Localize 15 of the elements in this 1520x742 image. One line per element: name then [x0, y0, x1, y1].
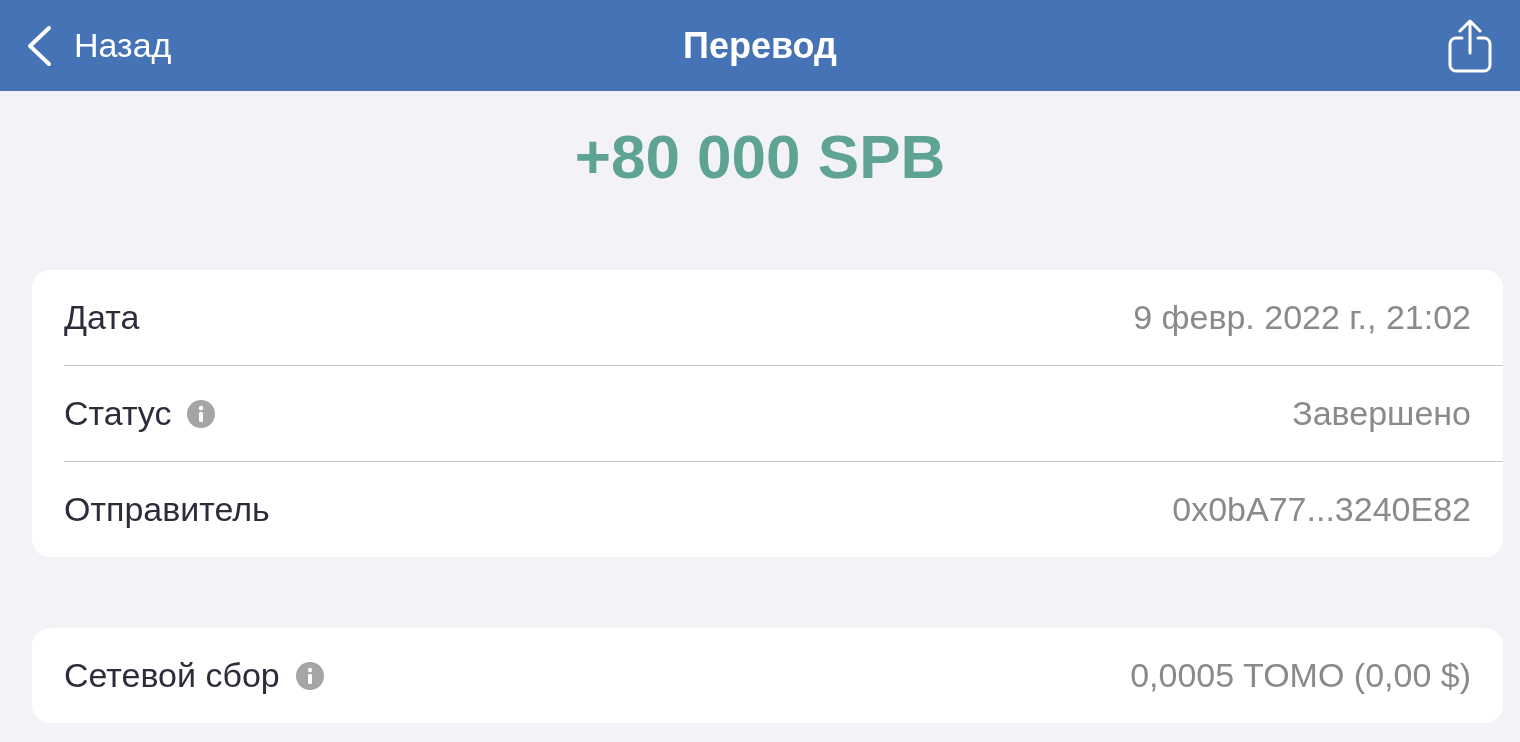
- row-label: Сетевой сбор: [64, 656, 280, 695]
- share-icon: [1448, 18, 1492, 73]
- amount-text: +80 000 SPB: [574, 121, 946, 193]
- row-value: 9 февр. 2022 г., 21:02: [1133, 298, 1471, 337]
- row-label: Статус: [64, 394, 172, 433]
- chevron-left-icon: [26, 24, 52, 67]
- row-value: Завершено: [1292, 394, 1471, 433]
- nav-title: Перевод: [683, 24, 837, 67]
- info-icon[interactable]: [187, 399, 216, 428]
- back-button[interactable]: Назад: [0, 15, 180, 76]
- row-label: Дата: [64, 298, 140, 337]
- row-value: 0x0bA77...3240E82: [1172, 490, 1471, 529]
- row-value: 0,0005 TOMO (0,00 $): [1130, 656, 1471, 695]
- row-label: Отправитель: [64, 490, 270, 529]
- info-icon[interactable]: [295, 661, 324, 690]
